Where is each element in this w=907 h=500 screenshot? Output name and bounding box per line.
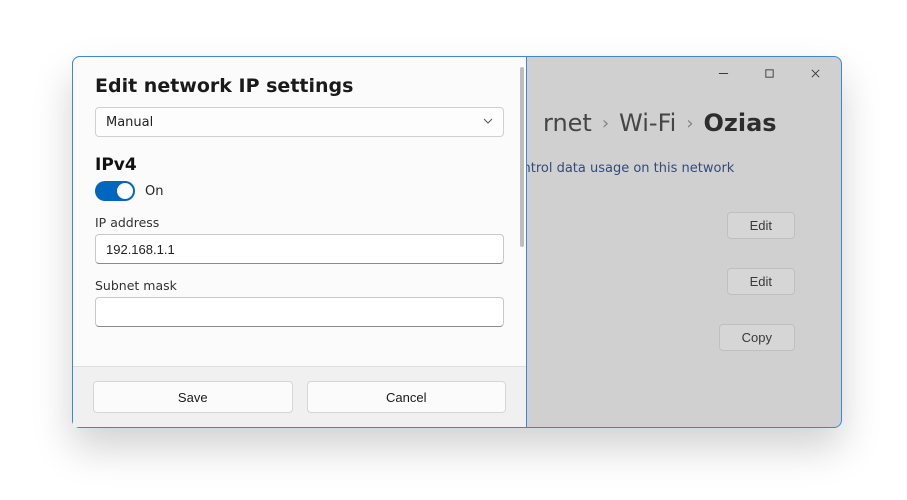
save-button[interactable]: Save	[93, 381, 293, 413]
ip-settings-dialog: Edit network IP settings Manual IPv4 On …	[72, 56, 527, 428]
toggle-knob	[117, 183, 133, 199]
subnet-mask-label: Subnet mask	[95, 278, 504, 293]
ipv4-heading: IPv4	[95, 155, 504, 175]
scrollbar[interactable]	[520, 67, 524, 247]
dialog-title: Edit network IP settings	[95, 75, 504, 97]
ipv4-toggle[interactable]	[95, 181, 135, 201]
dialog-footer: Save Cancel	[73, 366, 526, 427]
chevron-down-icon	[483, 115, 493, 130]
ip-address-label: IP address	[95, 215, 504, 230]
ipv4-toggle-row: On	[95, 181, 504, 201]
ip-address-input[interactable]	[95, 234, 504, 264]
cancel-button[interactable]: Cancel	[307, 381, 507, 413]
dialog-body: Edit network IP settings Manual IPv4 On …	[73, 57, 526, 366]
subnet-mask-input[interactable]	[95, 297, 504, 327]
ip-mode-select[interactable]: Manual	[95, 107, 504, 137]
ipv4-toggle-label: On	[145, 184, 163, 199]
ip-mode-selected-value: Manual	[106, 115, 153, 130]
